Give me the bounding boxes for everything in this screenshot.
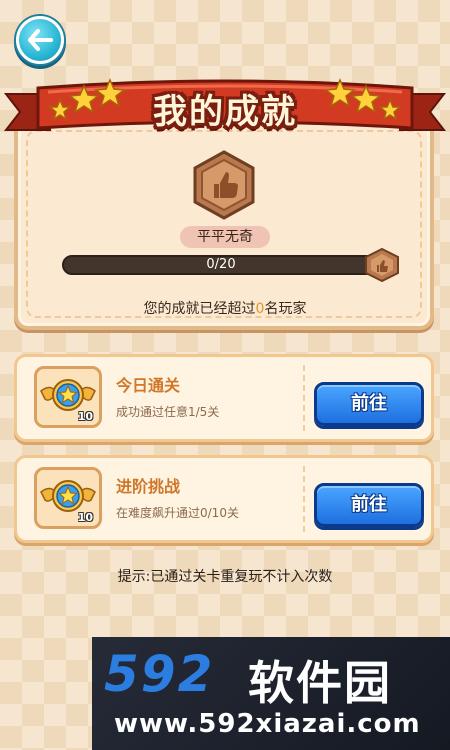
- reward-badge: 10: [34, 467, 102, 529]
- watermark-url: www.592xiazai.com: [114, 709, 421, 739]
- go-button[interactable]: 前往: [314, 483, 424, 527]
- rank-prefix: 您的成就已经超过: [143, 301, 256, 317]
- rank-text: 您的成就已经超过0名玩家: [0, 298, 450, 318]
- rank-suffix: 名玩家: [264, 301, 307, 317]
- title-ribbon: 我的成就: [0, 76, 450, 140]
- watermark-banner: 592 软件园 www.592xiazai.com: [92, 637, 450, 750]
- thumbs-up-medal-icon: [193, 150, 255, 220]
- task-title: 今日通关: [116, 376, 181, 395]
- back-button[interactable]: [16, 16, 64, 64]
- arrow-left-icon: [28, 29, 53, 51]
- level-badge: 平平无奇: [180, 226, 270, 248]
- task-description: 在难度飙升通过0/10关: [116, 506, 239, 520]
- watermark-name: 软件园: [248, 656, 392, 710]
- task-title: 进阶挑战: [116, 477, 181, 496]
- reward-count: 10: [77, 410, 93, 423]
- progress-text: 0/20: [206, 257, 236, 272]
- hint-text: 提示:已通过关卡重复玩不计入次数: [117, 569, 333, 585]
- go-button[interactable]: 前往: [314, 382, 424, 426]
- medal-small-icon: [365, 248, 399, 282]
- watermark-number: 592: [104, 645, 215, 703]
- reward-count: 10: [77, 511, 93, 524]
- page-title: 我的成就: [153, 92, 297, 132]
- task-description: 成功通过任意1/5关: [116, 405, 220, 419]
- reward-badge: 10: [34, 366, 102, 428]
